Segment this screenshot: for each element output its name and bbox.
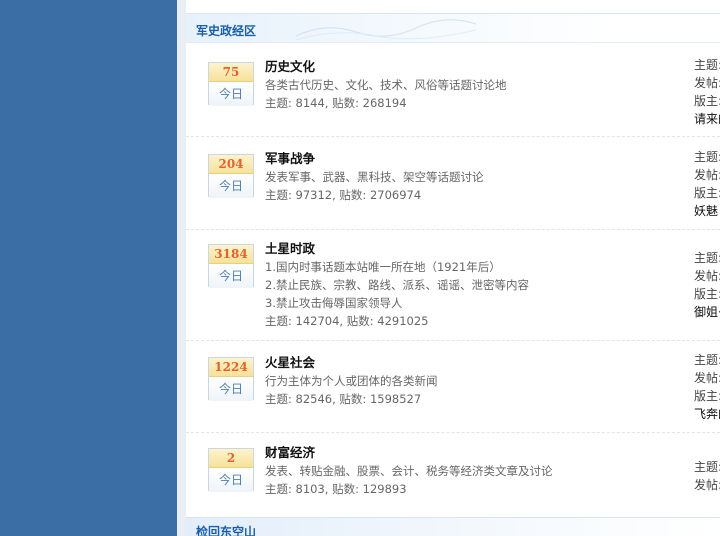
today-label: 今日: [209, 468, 253, 492]
today-label: 今日: [209, 174, 253, 198]
forum-description: 发表军事、武器、黑科技、架空等话题讨论: [265, 170, 484, 184]
forum-info: 火星社会 行为主体为个人或团体的各类新闻 主题: 82546, 贴数: 1598…: [265, 354, 438, 408]
meta-topic-label: 主题:: [694, 460, 720, 474]
meta-moderator-label: 版主:: [694, 186, 720, 200]
meta-moderator-label: 版主:: [694, 389, 720, 403]
forum-stats: 主题: 142704, 贴数: 4291025: [265, 314, 429, 328]
forum-row: 1224 今日 火星社会 行为主体为个人或团体的各类新闻 主题: 82546, …: [186, 341, 720, 433]
forum-meta-column: 主题: 发帖:: [694, 458, 720, 494]
forum-name-link[interactable]: 历史文化: [265, 58, 507, 76]
meta-topic-label: 主题:: [694, 150, 720, 164]
forum-info: 军事战争 发表军事、武器、黑科技、架空等话题讨论 主题: 97312, 贴数: …: [265, 150, 484, 204]
today-post-badge: 1224 今日: [208, 357, 254, 401]
forum-description: 发表、转贴金融、股票、会计、税务等经济类文章及讨论: [265, 464, 553, 478]
today-post-badge: 204 今日: [208, 154, 254, 198]
forum-description-line: 2.禁止民族、宗教、路线、派系、谣谣、泄密等内容: [265, 278, 529, 292]
forum-row: 75 今日 历史文化 各类古代历史、文化、技术、风俗等话题讨论地 主题: 814…: [186, 44, 720, 137]
sidebar-gutter: [177, 0, 186, 536]
moderator-link[interactable]: 请来的: [694, 110, 720, 128]
moderator-link[interactable]: 御姐·: [694, 303, 720, 321]
meta-topic-label: 主题:: [694, 353, 720, 367]
forum-stats: 主题: 8103, 贴数: 129893: [265, 482, 407, 496]
today-post-badge: 2 今日: [208, 448, 254, 492]
forum-stats: 主题: 97312, 贴数: 2706974: [265, 188, 422, 202]
meta-post-label: 发帖:: [694, 478, 720, 492]
today-post-badge: 3184 今日: [208, 244, 254, 288]
forum-meta-column: 主题: 发帖: 版主: 飞奔的: [694, 351, 720, 423]
forum-row: 3184 今日 土星时政 1.国内时事话题本站唯一所在地（1921年后） 2.禁…: [186, 230, 720, 341]
meta-post-label: 发帖:: [694, 269, 720, 283]
forum-meta-column: 主题: 发帖: 版主: 妖魅: [694, 148, 720, 220]
today-post-count: 1224: [209, 358, 253, 377]
forum-row: 2 今日 财富经济 发表、转贴金融、股票、会计、税务等经济类文章及讨论 主题: …: [186, 433, 720, 517]
moderator-link[interactable]: 飞奔的: [694, 405, 720, 423]
meta-moderator-label: 版主:: [694, 94, 720, 108]
forum-stats: 主题: 82546, 贴数: 1598527: [265, 392, 422, 406]
forum-description: 各类古代历史、文化、技术、风俗等话题讨论地: [265, 78, 507, 92]
forum-name-link[interactable]: 火星社会: [265, 354, 438, 372]
next-section-header: 检回东空山: [186, 517, 720, 536]
today-label: 今日: [209, 264, 253, 288]
meta-post-label: 发帖:: [694, 168, 720, 182]
meta-topic-label: 主题:: [694, 58, 720, 72]
today-post-badge: 75 今日: [208, 62, 254, 106]
today-label: 今日: [209, 377, 253, 401]
today-post-count: 75: [209, 63, 253, 82]
moderator-link[interactable]: 妖魅: [694, 202, 720, 220]
section-title[interactable]: 军史政经区: [196, 22, 256, 39]
today-post-count: 3184: [209, 245, 253, 264]
forum-info: 财富经济 发表、转贴金融、股票、会计、税务等经济类文章及讨论 主题: 8103,…: [265, 444, 553, 498]
meta-post-label: 发帖:: [694, 371, 720, 385]
forum-name-link[interactable]: 土星时政: [265, 240, 529, 258]
forum-meta-column: 主题: 发帖: 版主: 御姐·: [694, 249, 720, 321]
next-section-title[interactable]: 检回东空山: [196, 523, 256, 536]
meta-post-label: 发帖:: [694, 76, 720, 90]
forum-name-link[interactable]: 财富经济: [265, 444, 553, 462]
forum-stats: 主题: 8144, 贴数: 268194: [265, 96, 407, 110]
meta-moderator-label: 版主:: [694, 287, 720, 301]
forum-info: 历史文化 各类古代历史、文化、技术、风俗等话题讨论地 主题: 8144, 贴数:…: [265, 58, 507, 112]
forum-row: 204 今日 军事战争 发表军事、武器、黑科技、架空等话题讨论 主题: 9731…: [186, 137, 720, 230]
forum-description-line: 1.国内时事话题本站唯一所在地（1921年后）: [265, 260, 501, 274]
today-post-count: 204: [209, 155, 253, 174]
forum-info: 土星时政 1.国内时事话题本站唯一所在地（1921年后） 2.禁止民族、宗教、路…: [265, 240, 529, 330]
forum-meta-column: 主题: 发帖: 版主: 请来的: [694, 56, 720, 128]
meta-topic-label: 主题:: [694, 251, 720, 265]
today-label: 今日: [209, 82, 253, 106]
forum-board-list: 军史政经区 75 今日 历史文化 各类古代历史、文化、技术、风俗等话题讨论地 主…: [186, 0, 720, 536]
forum-description-line: 3.禁止攻击侮辱国家领导人: [265, 296, 403, 310]
wave-decoration-icon: [296, 19, 476, 41]
today-post-count: 2: [209, 449, 253, 468]
left-sidebar-background: [0, 0, 177, 536]
section-header: 军史政经区: [186, 13, 720, 43]
forum-description: 行为主体为个人或团体的各类新闻: [265, 374, 438, 388]
forum-name-link[interactable]: 军事战争: [265, 150, 484, 168]
